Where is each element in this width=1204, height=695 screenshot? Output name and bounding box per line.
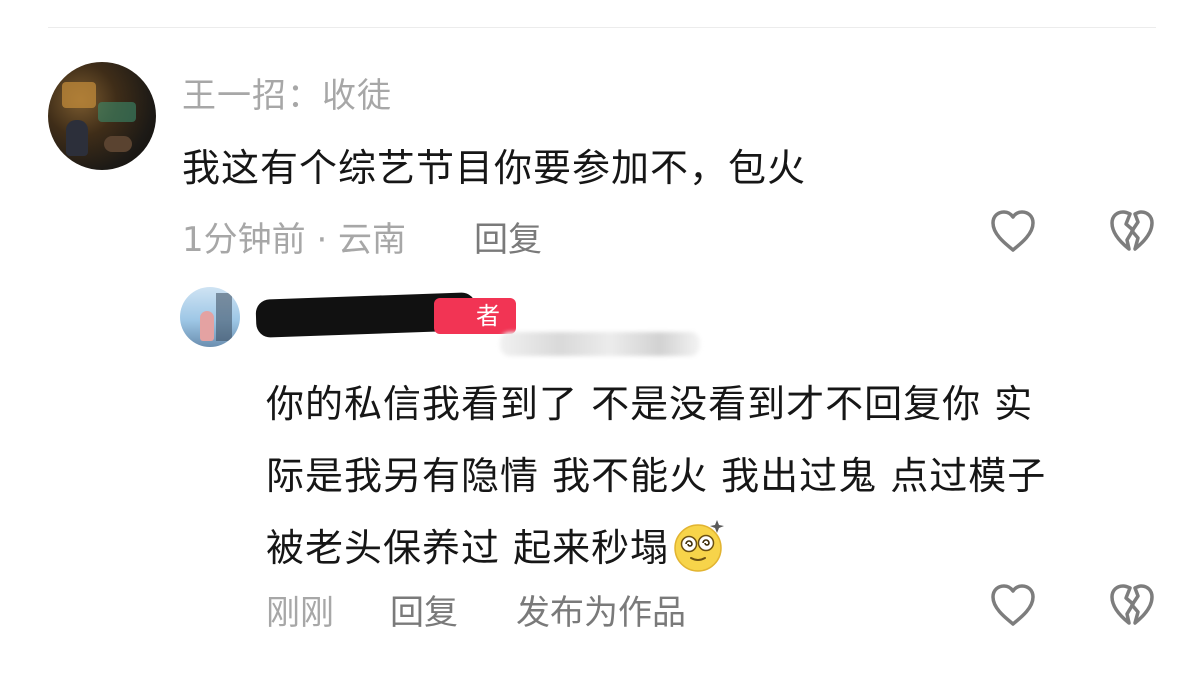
commenter-avatar[interactable] (48, 62, 156, 170)
broken-heart-icon (1110, 584, 1154, 625)
heart-outline-icon (991, 584, 1035, 626)
dizzy-face-emoji (674, 520, 725, 572)
reply-line-text: 被老头保养过 起来秒塌 (266, 526, 670, 570)
reply-line-last: 被老头保养过 起来秒塌 (266, 512, 1146, 584)
comment-text: 我这有个综艺节目你要参加不，包火 (182, 146, 807, 190)
blurred-subtext (500, 332, 700, 356)
author-badge: 者 (434, 298, 516, 334)
comment-dislike-button[interactable] (1107, 208, 1157, 254)
reply-like-button[interactable] (988, 582, 1038, 628)
comment-reply-button[interactable]: 回复 (474, 212, 542, 261)
reply-time: 刚刚 (266, 593, 334, 633)
commenter-username[interactable]: 王一招：收徒 (182, 68, 392, 117)
reply-line: 际是我另有隐情 我不能火 我出过鬼 点过模子 (266, 454, 1047, 498)
heart-outline-icon (991, 210, 1035, 252)
publish-as-work-button[interactable]: 发布为作品 (516, 585, 686, 634)
replier-avatar[interactable] (180, 287, 240, 347)
reply-text: 你的私信我看到了 不是没看到才不回复你 实 际是我另有隐情 我不能火 我出过鬼 … (266, 368, 1146, 584)
reply-reply-button[interactable]: 回复 (390, 585, 458, 634)
reply-line: 你的私信我看到了 不是没看到才不回复你 实 (266, 382, 1034, 426)
comment-like-button[interactable] (988, 208, 1038, 254)
broken-heart-icon (1110, 210, 1154, 251)
comment-meta: 1分钟前 · 云南 (182, 220, 407, 260)
top-divider (48, 27, 1156, 28)
reply-dislike-button[interactable] (1107, 582, 1157, 628)
